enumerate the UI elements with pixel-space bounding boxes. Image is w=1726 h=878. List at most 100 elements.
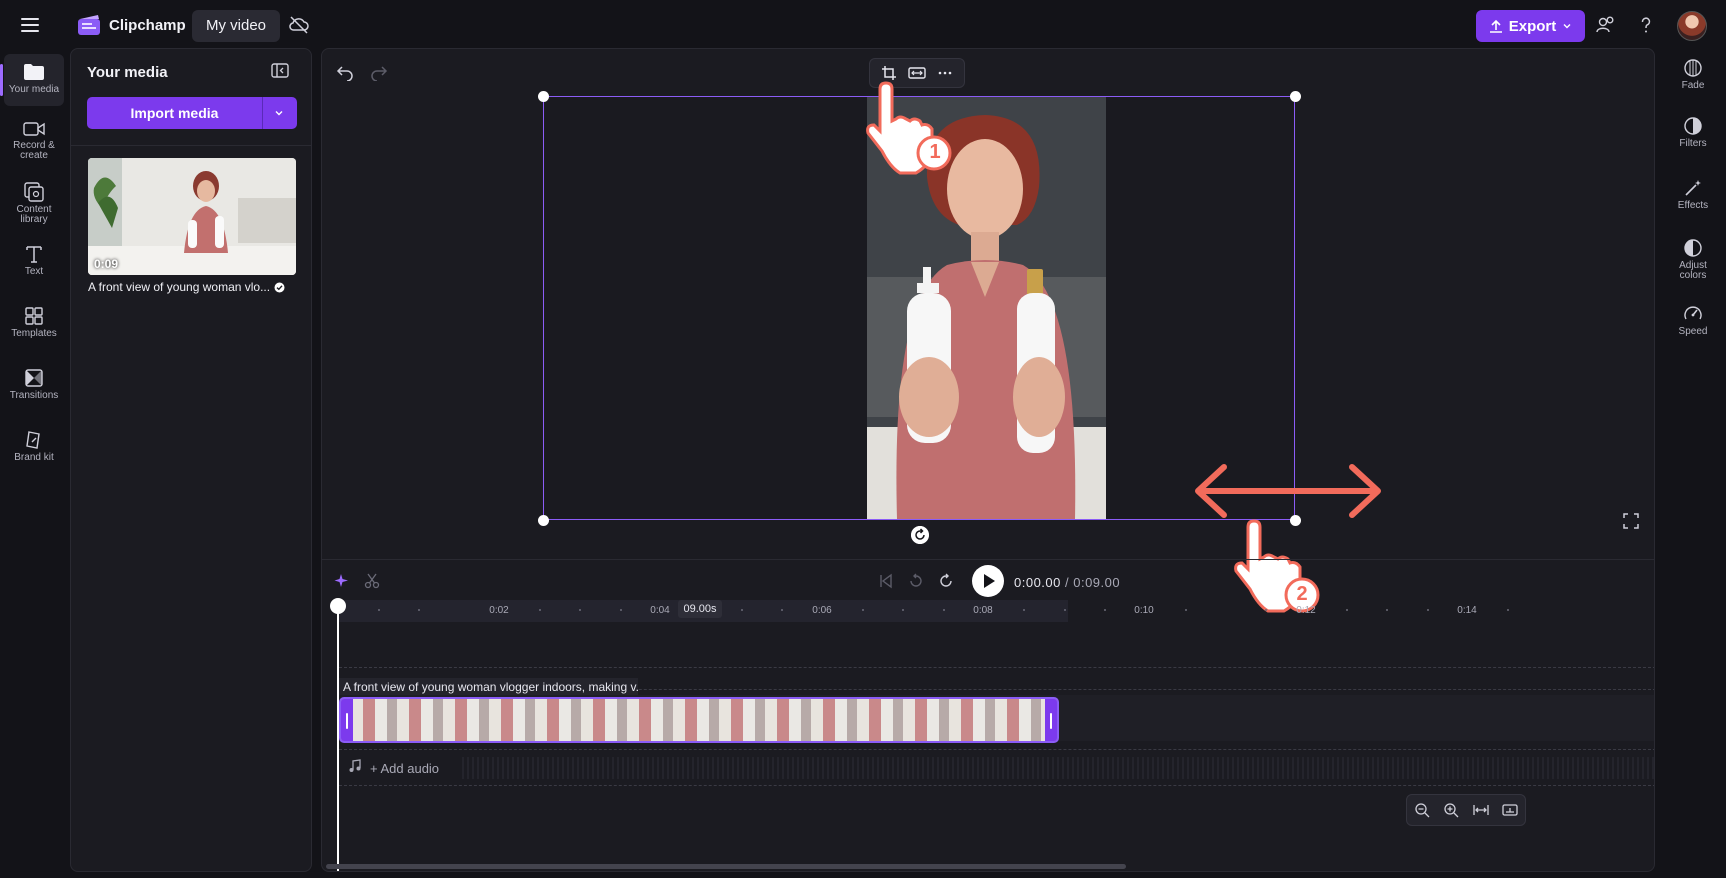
prop-label: Adjust colors [1679, 260, 1707, 281]
prop-label: Fade [1681, 80, 1705, 91]
prop-filters[interactable]: Filters [1660, 116, 1726, 149]
user-avatar[interactable] [1677, 11, 1707, 41]
properties-panel: Fade Filters Effects Adjust colors Speed [1660, 50, 1726, 878]
rewind-5s-icon[interactable] [908, 573, 924, 589]
tick-dot [943, 609, 945, 611]
tick-label: 0:02 [489, 605, 509, 616]
tick-label: 0:06 [812, 605, 832, 616]
tick-dot [579, 609, 581, 611]
nav-label: Text [24, 266, 44, 277]
media-caption: A front view of young woman vlo... [88, 280, 296, 294]
prop-fade[interactable]: Fade [1660, 58, 1726, 91]
nav-label: Your media [8, 84, 60, 95]
skip-to-start-icon[interactable] [878, 573, 894, 589]
menu-icon[interactable] [18, 13, 42, 37]
nav-brand-kit[interactable]: Brand kit [4, 422, 64, 474]
tick-dot [1104, 609, 1106, 611]
tick-dot [378, 609, 380, 611]
play-button[interactable] [972, 565, 1004, 597]
tick-dot [1265, 609, 1267, 611]
track-divider [339, 785, 1654, 786]
prop-speed[interactable]: Speed [1660, 304, 1726, 337]
templates-icon [25, 307, 43, 325]
woman-vlogger-thumbnail-image [88, 158, 296, 275]
track-divider [339, 667, 1654, 668]
undo-icon[interactable] [336, 63, 354, 81]
current-time: 0:00.00 [1014, 575, 1061, 590]
export-button[interactable]: Export [1476, 10, 1585, 42]
rotate-handle-icon[interactable] [911, 526, 929, 544]
chevron-down-icon [1563, 24, 1571, 29]
resize-handle-top-right[interactable] [1290, 91, 1301, 102]
zoom-in-icon[interactable] [1443, 802, 1459, 818]
resize-handle-top-left[interactable] [538, 91, 549, 102]
top-bar: Clipchamp My video Export [0, 0, 1726, 50]
forward-5s-icon[interactable] [938, 573, 954, 589]
prop-label: Filters [1679, 138, 1707, 149]
tick-dot [1064, 609, 1066, 611]
nav-label: Content library [16, 204, 52, 225]
speed-gauge-icon [1684, 306, 1702, 320]
horizontal-scrollbar[interactable] [326, 864, 1126, 869]
collapse-panel-icon[interactable] [270, 62, 290, 80]
folder-icon [24, 64, 44, 80]
tick-dot [902, 609, 904, 611]
nav-transitions[interactable]: Transitions [4, 360, 64, 412]
resize-handle-bottom-left[interactable] [538, 515, 549, 526]
tick-dot [1185, 609, 1187, 611]
nav-label: Brand kit [14, 452, 54, 463]
nav-record-create[interactable]: Record & create [4, 112, 64, 164]
effects-wand-icon [1685, 180, 1701, 196]
audio-waveform [462, 757, 1654, 779]
project-name[interactable]: My video [192, 10, 281, 42]
timeline-ruler[interactable]: 0:02 0:04 0:06 0:08 0:10 0:12 0:14 [338, 600, 1654, 622]
media-panel-title: Your media [87, 64, 168, 81]
tick-dot [1507, 609, 1509, 611]
prop-adjust-colors[interactable]: Adjust colors [1660, 238, 1726, 281]
clip-title: A front view of young woman vlogger indo… [338, 678, 638, 696]
zoom-out-icon[interactable] [1414, 802, 1430, 818]
track-divider [339, 749, 1654, 750]
nav-your-media[interactable]: Your media [0, 54, 64, 106]
fit-icon[interactable] [908, 66, 926, 80]
add-audio-button[interactable]: + Add audio [370, 761, 439, 776]
tick-dot [1346, 609, 1348, 611]
prop-effects[interactable]: Effects [1660, 178, 1726, 211]
more-options-icon[interactable] [937, 65, 953, 81]
fit-timeline-icon[interactable] [1473, 802, 1489, 818]
upload-icon [1489, 19, 1502, 33]
cloud-off-icon[interactable] [288, 14, 310, 36]
brand-name: Clipchamp [109, 17, 186, 34]
timeline-divider [322, 559, 1654, 560]
zoom-controls [1406, 794, 1526, 826]
share-people-icon[interactable] [1595, 14, 1617, 36]
music-note-icon [349, 759, 361, 772]
nav-content-library[interactable]: Content library [4, 174, 64, 226]
redo-icon[interactable] [370, 63, 388, 81]
clip-trim-handle-right[interactable] [1045, 699, 1057, 741]
magic-sparkle-icon[interactable] [334, 573, 350, 589]
clipchamp-logo-icon [78, 15, 100, 35]
text-icon [26, 246, 42, 263]
video-clip-track[interactable] [339, 697, 1059, 743]
tick-dot [539, 609, 541, 611]
split-scissors-icon[interactable] [364, 573, 380, 589]
nav-text[interactable]: Text [4, 236, 64, 288]
clip-trim-handle-left[interactable] [341, 699, 353, 741]
check-circle-icon [274, 282, 285, 292]
chevron-down-icon[interactable] [273, 107, 285, 119]
expand-timeline-icon[interactable] [1502, 802, 1518, 818]
tick-dot [1386, 609, 1388, 611]
nav-templates[interactable]: Templates [4, 298, 64, 350]
media-thumbnail[interactable]: 0:09 [88, 158, 296, 275]
editor-main: 1 2 0:00.00 / 0:09.00 0:02 0:04 0:06 0:0… [321, 48, 1655, 872]
fullscreen-icon[interactable] [1622, 512, 1640, 530]
playhead-handle[interactable] [330, 598, 346, 614]
help-icon[interactable] [1635, 14, 1657, 36]
tick-dot [781, 609, 783, 611]
nav-label: Record & create [13, 140, 55, 161]
hand-pointer-icon [866, 81, 952, 175]
crop-icon[interactable] [881, 65, 897, 81]
tick-dot [620, 609, 622, 611]
import-media-button[interactable]: Import media [87, 97, 297, 129]
